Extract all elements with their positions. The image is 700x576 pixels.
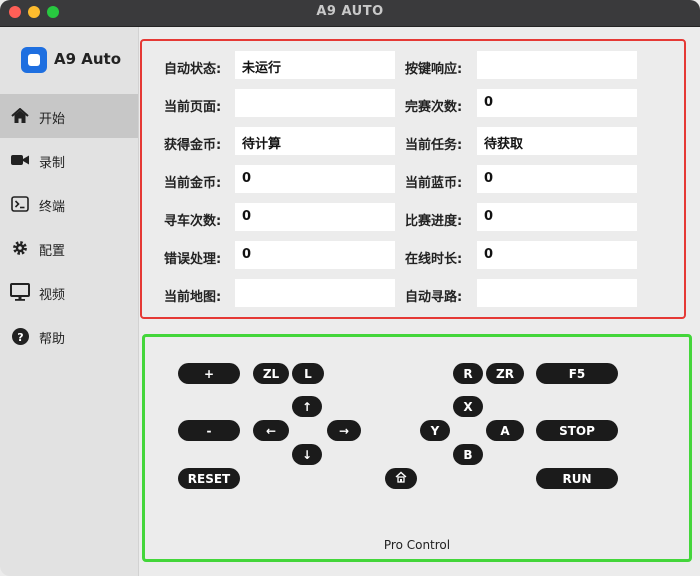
coins-earned-label: 获得金币: bbox=[164, 138, 222, 153]
l-button[interactable]: L bbox=[292, 363, 324, 384]
zl-button[interactable]: ZL bbox=[253, 363, 289, 384]
gear-icon bbox=[10, 239, 30, 257]
race-progress-label: 比赛进度: bbox=[405, 214, 463, 229]
auto-pathfinding-value bbox=[477, 279, 637, 307]
current-map-label: 当前地图: bbox=[164, 290, 222, 305]
current-coins-value: 0 bbox=[235, 165, 395, 193]
help-icon: ? bbox=[10, 327, 30, 345]
reset-button[interactable]: RESET bbox=[178, 468, 240, 489]
online-duration-value: 0 bbox=[477, 241, 637, 269]
current-blue-coins-value: 0 bbox=[477, 165, 637, 193]
sidebar-item-config[interactable]: 配置 bbox=[0, 226, 138, 270]
sidebar-item-terminal[interactable]: 终端 bbox=[0, 182, 138, 226]
sidebar-item-label: 开始 bbox=[39, 112, 66, 127]
monitor-icon bbox=[10, 283, 30, 301]
f5-button[interactable]: F5 bbox=[536, 363, 618, 384]
controller-caption: Pro Control bbox=[383, 538, 451, 552]
brand-name: A9 Auto bbox=[54, 50, 122, 68]
current-page-label: 当前页面: bbox=[164, 100, 222, 115]
key-response-label: 按键响应: bbox=[405, 62, 463, 77]
dpad-left-button[interactable]: ← bbox=[253, 420, 289, 441]
current-blue-coins-label: 当前蓝币: bbox=[405, 176, 463, 191]
sidebar-item-label: 配置 bbox=[39, 244, 66, 259]
dpad-right-button[interactable]: → bbox=[327, 420, 361, 441]
sidebar-item-label: 终端 bbox=[39, 200, 66, 215]
b-button[interactable]: B bbox=[453, 444, 483, 465]
auto-status-label: 自动状态: bbox=[164, 62, 222, 77]
home-controller-button[interactable] bbox=[385, 468, 417, 489]
race-count-value: 0 bbox=[477, 89, 637, 117]
home-icon bbox=[10, 107, 30, 125]
current-coins-label: 当前金币: bbox=[164, 176, 222, 191]
app-window: A9 AUTO A9 Auto 开始 录制 终端 配置 视频 ? 帮助 自动状态… bbox=[0, 0, 700, 576]
car-search-count-value: 0 bbox=[235, 203, 395, 231]
plus-button[interactable]: + bbox=[178, 363, 240, 384]
sidebar-item-label: 帮助 bbox=[39, 332, 66, 347]
dpad-down-button[interactable]: ↓ bbox=[292, 444, 322, 465]
app-logo-icon bbox=[21, 47, 47, 73]
auto-pathfinding-label: 自动寻路: bbox=[405, 290, 463, 305]
sidebar: A9 Auto 开始 录制 终端 配置 视频 ? 帮助 bbox=[0, 27, 139, 576]
car-search-count-label: 寻车次数: bbox=[164, 214, 222, 229]
race-count-label: 完赛次数: bbox=[405, 100, 463, 115]
svg-text:?: ? bbox=[17, 330, 23, 343]
error-handling-label: 错误处理: bbox=[164, 252, 222, 267]
sidebar-item-start[interactable]: 开始 bbox=[0, 94, 138, 138]
terminal-icon bbox=[10, 195, 30, 213]
title-bar: A9 AUTO bbox=[0, 0, 700, 27]
home-controller-icon bbox=[395, 471, 407, 486]
race-progress-value: 0 bbox=[477, 203, 637, 231]
sidebar-item-record[interactable]: 录制 bbox=[0, 138, 138, 182]
sidebar-item-help[interactable]: ? 帮助 bbox=[0, 314, 138, 358]
r-button[interactable]: R bbox=[453, 363, 483, 384]
current-task-value: 待获取 bbox=[477, 127, 637, 155]
stop-button[interactable]: STOP bbox=[536, 420, 618, 441]
a-button[interactable]: A bbox=[486, 420, 524, 441]
current-map-value bbox=[235, 279, 395, 307]
current-task-label: 当前任务: bbox=[405, 138, 463, 153]
key-response-value bbox=[477, 51, 637, 79]
error-handling-value: 0 bbox=[235, 241, 395, 269]
video-camera-icon bbox=[10, 151, 30, 169]
sidebar-item-label: 视频 bbox=[39, 288, 66, 303]
run-button[interactable]: RUN bbox=[536, 468, 618, 489]
zr-button[interactable]: ZR bbox=[486, 363, 524, 384]
current-page-value bbox=[235, 89, 395, 117]
sidebar-item-label: 录制 bbox=[39, 156, 66, 171]
x-button[interactable]: X bbox=[453, 396, 483, 417]
dpad-up-button[interactable]: ↑ bbox=[292, 396, 322, 417]
coins-earned-value: 待计算 bbox=[235, 127, 395, 155]
minus-button[interactable]: - bbox=[178, 420, 240, 441]
auto-status-value: 未运行 bbox=[235, 51, 395, 79]
sidebar-item-video[interactable]: 视频 bbox=[0, 270, 138, 314]
window-title: A9 AUTO bbox=[316, 4, 384, 19]
y-button[interactable]: Y bbox=[420, 420, 450, 441]
online-duration-label: 在线时长: bbox=[405, 252, 463, 267]
